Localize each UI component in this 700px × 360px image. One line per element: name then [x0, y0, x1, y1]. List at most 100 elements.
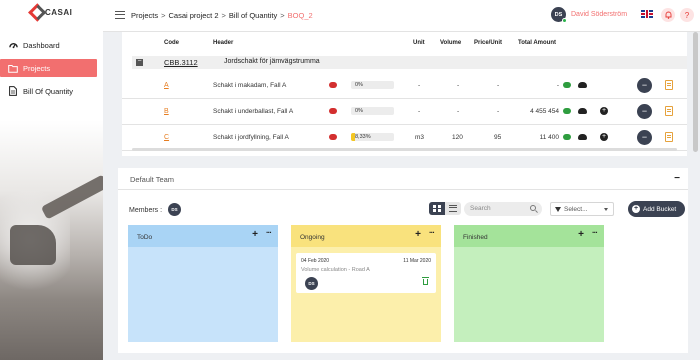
add-item-icon[interactable]: +: [600, 133, 608, 141]
member-avatar[interactable]: DS: [168, 203, 181, 216]
sidebar-item-bill-of-quantity[interactable]: Bill Of Quantity: [0, 82, 103, 100]
breadcrumb-bill-of-quantity[interactable]: Bill of Quantity: [229, 11, 277, 20]
notifications-button[interactable]: [661, 8, 675, 22]
hamburger-menu-icon[interactable]: [115, 11, 125, 19]
comment-green-icon[interactable]: [563, 134, 571, 140]
row-volume: 120: [452, 134, 463, 141]
add-task-button[interactable]: +: [252, 229, 258, 240]
cloud-download-icon[interactable]: [578, 82, 587, 88]
progress-label: 0%: [355, 108, 363, 114]
comment-icon[interactable]: [329, 134, 337, 140]
remove-row-button[interactable]: −: [637, 130, 652, 145]
row-header: Schakt i underballast, Fall A: [213, 108, 294, 115]
comment-green-icon[interactable]: [563, 108, 571, 114]
casai-logo[interactable]: CASAI: [28, 6, 72, 18]
collapse-team-button[interactable]: −: [674, 173, 680, 184]
breadcrumb-projects[interactable]: Projects: [131, 11, 158, 20]
table-row: A Schakt i makadam, Fall A 0% - - - - −: [122, 73, 687, 99]
row-header: Schakt i makadam, Fall A: [213, 82, 287, 89]
add-bucket-button[interactable]: + Add Bucket: [628, 201, 685, 217]
top-bar: Projects > Casai project 2 > Bill of Qua…: [103, 0, 700, 32]
progress-label: 8,33%: [355, 134, 371, 140]
construction-background-image: [0, 120, 103, 360]
comment-green-icon[interactable]: [563, 82, 571, 88]
bucket-finished: Finished + ···: [454, 225, 604, 342]
row-price: 95: [494, 134, 502, 141]
row-unit: -: [418, 82, 421, 89]
column-header: Header: [213, 40, 234, 46]
select-value: Select...: [564, 206, 588, 213]
remove-row-button[interactable]: −: [637, 78, 652, 93]
add-task-button[interactable]: +: [578, 229, 584, 240]
members-label: Members :: [129, 207, 163, 214]
add-item-icon[interactable]: +: [600, 107, 608, 115]
search-input[interactable]: Search: [464, 202, 542, 216]
group-row: − CBB.3112 Jordschakt för jämvägstrumma: [132, 56, 687, 69]
dashboard-icon: [8, 40, 18, 50]
table-row: B Schakt i underballast, Fall A 0% - - -…: [122, 99, 687, 125]
note-icon[interactable]: [665, 106, 673, 116]
column-price-unit: Price/Unit: [474, 40, 503, 46]
online-status-icon: [562, 18, 567, 23]
cloud-download-icon[interactable]: [578, 108, 587, 114]
row-unit: -: [418, 108, 421, 115]
comment-icon[interactable]: [329, 82, 337, 88]
boq-table: Code Header Unit Volume Price/Unit Total…: [122, 32, 687, 156]
view-toggle[interactable]: [429, 202, 461, 215]
column-volume: Volume: [440, 40, 462, 46]
trash-icon[interactable]: [422, 277, 429, 285]
row-volume: -: [457, 108, 460, 115]
team-panel: Default Team − Members : DS Search Selec…: [118, 168, 688, 353]
row-volume: -: [457, 82, 460, 89]
filter-icon: [555, 207, 561, 212]
collapse-group-icon[interactable]: −: [136, 58, 143, 66]
progress-label: 0%: [355, 82, 363, 88]
uk-flag-icon[interactable]: [641, 10, 653, 18]
search-placeholder: Search: [470, 205, 491, 212]
help-button[interactable]: ?: [680, 8, 694, 22]
list-view-icon[interactable]: [449, 205, 457, 212]
bucket-header: ToDo + ···: [128, 225, 278, 247]
note-icon[interactable]: [665, 132, 673, 142]
table-header: Code Header Unit Volume Price/Unit Total…: [122, 40, 687, 50]
breadcrumb: Projects > Casai project 2 > Bill of Qua…: [131, 11, 313, 20]
row-code-link[interactable]: C: [164, 134, 169, 141]
chevron-down-icon: [604, 208, 608, 211]
user-menu[interactable]: DS David Söderström: [551, 7, 627, 23]
bucket-body: 04 Feb 2020 11 Mar 2020 Volume calculati…: [291, 247, 441, 342]
page-scrollbar[interactable]: [693, 32, 698, 152]
breadcrumb-separator-icon: >: [221, 11, 226, 20]
row-price: -: [497, 82, 500, 89]
breadcrumb-project[interactable]: Casai project 2: [168, 11, 218, 20]
grid-view-button[interactable]: [429, 202, 445, 215]
note-icon[interactable]: [665, 80, 673, 90]
horizontal-scrollbar[interactable]: [132, 148, 677, 151]
bucket-header: Ongoing + ···: [291, 225, 441, 247]
row-total: -: [556, 82, 559, 89]
task-card[interactable]: 04 Feb 2020 11 Mar 2020 Volume calculati…: [296, 253, 436, 293]
add-task-button[interactable]: +: [415, 229, 421, 240]
breadcrumb-separator-icon: >: [280, 11, 285, 20]
more-options-icon[interactable]: ···: [592, 228, 598, 237]
progress-bar: 0%: [351, 81, 394, 89]
row-code-link[interactable]: B: [164, 108, 169, 115]
row-code-link[interactable]: A: [164, 82, 169, 89]
sidebar-item-dashboard[interactable]: Dashboard: [0, 36, 103, 54]
sidebar-item-projects[interactable]: Projects: [0, 59, 97, 77]
more-options-icon[interactable]: ···: [429, 228, 435, 237]
more-options-icon[interactable]: ···: [266, 228, 272, 237]
remove-row-button[interactable]: −: [637, 104, 652, 119]
sidebar-item-label: Bill Of Quantity: [23, 86, 74, 96]
progress-bar: 8,33%: [351, 133, 394, 141]
bell-icon: [665, 11, 671, 19]
comment-icon[interactable]: [329, 108, 337, 114]
row-header: Schakt i jordfyllning, Fall A: [213, 134, 289, 141]
add-bucket-label: Add Bucket: [643, 205, 677, 213]
column-code: Code: [164, 40, 179, 46]
document-icon: [8, 86, 18, 96]
cloud-download-icon[interactable]: [578, 134, 587, 140]
bucket-filter-select[interactable]: Select...: [550, 202, 614, 216]
task-assignee-avatar: DS: [305, 277, 318, 290]
group-code[interactable]: CBB.3112: [164, 58, 198, 67]
grid-icon: [433, 205, 441, 212]
